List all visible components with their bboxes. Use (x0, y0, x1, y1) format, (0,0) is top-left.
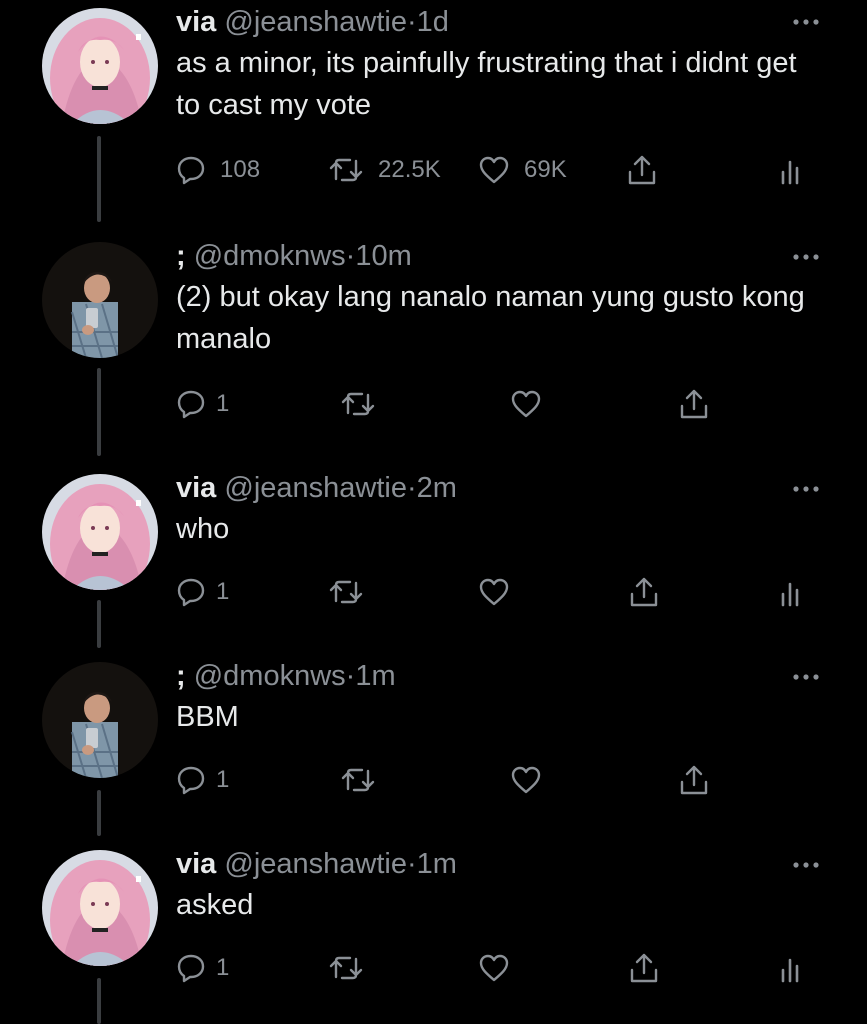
tweet-header: via @jeanshawtie·1m (176, 846, 807, 882)
reply-icon (177, 766, 205, 795)
retweet-button[interactable]: 22.5K (328, 150, 441, 190)
retweet-icon (329, 580, 363, 604)
tweet-text: as a minor, its painfully frustrating th… (176, 47, 797, 121)
display-name[interactable]: via (176, 6, 216, 38)
reply-button[interactable]: 108 (176, 150, 260, 190)
share-icon (680, 389, 708, 419)
heart-icon (479, 578, 509, 606)
share-button[interactable] (628, 572, 660, 612)
action-bar: 108 22.5K 69K (0, 150, 867, 190)
share-button[interactable] (626, 150, 658, 190)
action-bar: 1 (0, 384, 867, 424)
display-name[interactable]: via (176, 472, 216, 504)
share-button[interactable] (628, 948, 660, 988)
tweet-header: ; @dmoknws·1m (176, 658, 807, 694)
retweet-icon (329, 158, 363, 182)
display-name[interactable]: via (176, 848, 216, 880)
retweet-icon (329, 956, 363, 980)
user-handle[interactable]: @jeanshawtie (224, 6, 407, 38)
retweet-button[interactable] (340, 384, 376, 424)
reply-button[interactable]: 1 (176, 572, 229, 612)
analytics-icon (781, 160, 799, 185)
analytics-button[interactable] (780, 572, 804, 612)
reply-button[interactable]: 1 (176, 384, 229, 424)
timestamp[interactable]: 1m (355, 660, 395, 692)
retweet-count: 22.5K (378, 156, 441, 183)
share-button[interactable] (678, 760, 710, 800)
heart-icon (511, 766, 541, 794)
retweet-button[interactable] (328, 572, 364, 612)
tweet-text: asked (176, 889, 254, 921)
reply-button[interactable]: 1 (176, 760, 229, 800)
display-name[interactable]: ; (176, 240, 186, 272)
like-button[interactable]: 69K (478, 150, 567, 190)
reply-button[interactable]: 1 (176, 948, 229, 988)
reply-count: 108 (220, 156, 261, 183)
user-handle[interactable]: @jeanshawtie (224, 848, 407, 880)
retweet-button[interactable] (340, 760, 376, 800)
reply-icon (177, 578, 205, 607)
more-options-icon[interactable] (791, 252, 821, 262)
tweet-header: via @jeanshawtie·1d (176, 4, 807, 40)
retweet-icon (341, 392, 375, 416)
display-name[interactable]: ; (176, 660, 186, 692)
separator: · (345, 660, 356, 692)
reply-icon (177, 156, 205, 185)
share-button[interactable] (678, 384, 710, 424)
analytics-button[interactable] (780, 948, 804, 988)
like-button[interactable] (478, 572, 510, 612)
share-icon (628, 155, 656, 185)
heart-icon (479, 954, 509, 982)
avatar[interactable] (42, 8, 158, 124)
tweet-text: (2) but okay lang nanalo naman yung gust… (176, 281, 805, 355)
reply-count: 1 (216, 578, 230, 605)
separator: · (345, 240, 356, 272)
reply-icon (177, 954, 205, 983)
separator: · (407, 472, 417, 504)
reply-count: 1 (216, 766, 230, 793)
analytics-button[interactable] (780, 150, 804, 190)
separator: · (407, 6, 417, 38)
retweet-icon (341, 768, 375, 792)
timestamp[interactable]: 1d (417, 6, 449, 38)
more-options-icon[interactable] (791, 860, 821, 870)
heart-icon (479, 156, 509, 184)
tweet-text: BBM (176, 701, 239, 733)
like-count: 69K (524, 156, 567, 183)
heart-icon (511, 390, 541, 418)
timestamp[interactable]: 1m (417, 848, 457, 880)
tweet-header: via @jeanshawtie·2m (176, 470, 807, 506)
share-icon (630, 577, 658, 607)
like-button[interactable] (510, 384, 542, 424)
reply-count: 1 (216, 954, 230, 981)
analytics-icon (781, 958, 799, 983)
retweet-button[interactable] (328, 948, 364, 988)
more-options-icon[interactable] (791, 17, 821, 27)
like-button[interactable] (510, 760, 542, 800)
like-button[interactable] (478, 948, 510, 988)
user-handle[interactable]: @jeanshawtie (224, 472, 407, 504)
share-icon (680, 765, 708, 795)
user-handle[interactable]: @dmoknws (194, 240, 346, 272)
timestamp[interactable]: 10m (355, 240, 411, 272)
more-options-icon[interactable] (791, 672, 821, 682)
more-options-icon[interactable] (791, 484, 821, 494)
action-bar: 1 (0, 760, 867, 800)
separator: · (407, 848, 417, 880)
analytics-icon (781, 582, 799, 607)
tweet-header: ; @dmoknws·10m (176, 238, 807, 274)
timestamp[interactable]: 2m (417, 472, 457, 504)
action-bar: 1 (0, 948, 867, 988)
reply-icon (177, 390, 205, 419)
action-bar: 1 (0, 572, 867, 612)
reply-count: 1 (216, 390, 230, 417)
avatar[interactable] (42, 242, 158, 358)
share-icon (630, 953, 658, 983)
user-handle[interactable]: @dmoknws (194, 660, 346, 692)
tweet-text: who (176, 513, 230, 545)
